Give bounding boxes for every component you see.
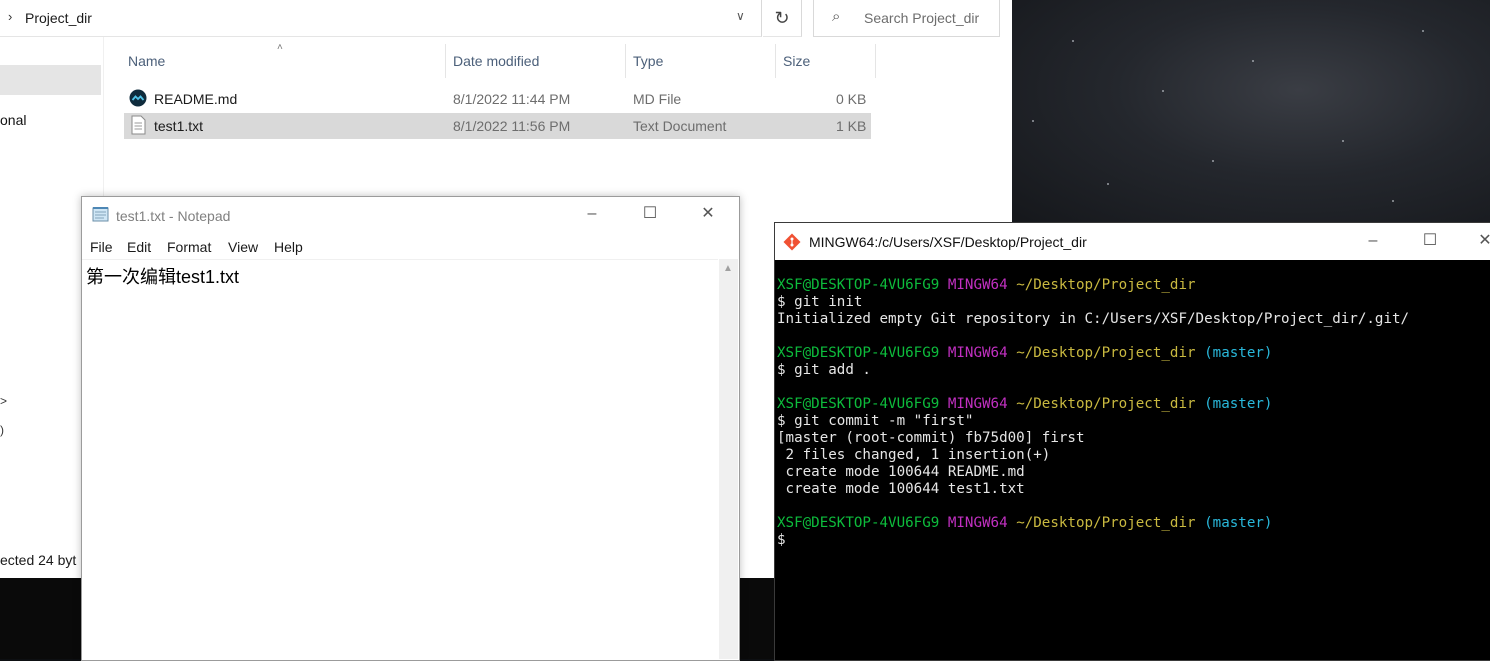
taskbar-area: [0, 578, 90, 659]
git-icon: [783, 233, 801, 251]
close-button[interactable]: ✕: [1465, 229, 1490, 253]
output-line: create mode 100644 test1.txt: [777, 481, 1025, 497]
notepad-title-bar[interactable]: test1.txt - Notepad – ☐ ✕: [82, 197, 739, 231]
file-name[interactable]: README.md: [154, 91, 237, 107]
nav-item-label[interactable]: onal: [0, 112, 26, 128]
notepad-icon: [92, 207, 109, 222]
terminal-output[interactable]: XSF@DESKTOP-4VU6FG9 MINGW64 ~/Desktop/Pr…: [777, 277, 1409, 549]
notepad-text-area[interactable]: 第一次编辑test1.txt: [82, 259, 718, 660]
output-line: 2 files changed, 1 insertion(+): [777, 447, 1051, 463]
prompt-line: XSF@DESKTOP-4VU6FG9 MINGW64 ~/Desktop/Pr…: [777, 396, 1273, 412]
output-line: [master (root-commit) fb75d00] first: [777, 430, 1085, 446]
file-type: Text Document: [633, 118, 727, 134]
prompt-line: XSF@DESKTOP-4VU6FG9 MINGW64 ~/Desktop/Pr…: [777, 515, 1273, 531]
address-bar[interactable]: › Project_dir ∨: [0, 0, 762, 37]
file-size: 0 KB: [836, 91, 867, 107]
minimize-button[interactable]: –: [572, 202, 612, 226]
scroll-up-icon[interactable]: ▲: [723, 263, 733, 274]
taskbar-area: [738, 578, 778, 659]
notepad-content[interactable]: 第一次编辑test1.txt: [86, 263, 239, 289]
search-icon: ⌕: [832, 8, 841, 25]
column-header-type[interactable]: Type: [629, 44, 778, 78]
close-button[interactable]: ✕: [688, 202, 728, 226]
search-box[interactable]: ⌕ Search Project_dir: [813, 0, 1000, 37]
column-header-size[interactable]: Size: [779, 44, 878, 78]
markdown-icon: [129, 89, 147, 107]
maximize-button[interactable]: ☐: [1410, 229, 1450, 253]
menu-format[interactable]: Format: [167, 239, 211, 255]
notepad-title: test1.txt - Notepad: [116, 208, 231, 224]
file-row[interactable]: README.md 8/1/2022 11:44 PM MD File 0 KB: [124, 86, 871, 112]
menu-view[interactable]: View: [228, 239, 258, 255]
menu-help[interactable]: Help: [274, 239, 303, 255]
maximize-button[interactable]: ☐: [630, 202, 670, 226]
search-placeholder: Search Project_dir: [864, 10, 980, 26]
status-bar-text: ected 24 byt: [0, 552, 77, 568]
menu-file[interactable]: File: [90, 239, 113, 255]
vertical-scrollbar[interactable]: ▲: [719, 259, 738, 659]
text-file-icon: [131, 115, 146, 135]
column-headers: Name Date modified Type Size: [124, 44, 876, 80]
wallpaper-night-sky: [1012, 0, 1490, 225]
column-header-date[interactable]: Date modified: [449, 44, 628, 78]
command-line: $ git add .: [777, 362, 871, 378]
git-bash-window: MINGW64:/c/Users/XSF/Desktop/Project_dir…: [774, 222, 1490, 661]
file-type: MD File: [633, 91, 682, 107]
chevron-right-icon[interactable]: ›: [8, 9, 12, 24]
file-row-selected[interactable]: test1.txt 8/1/2022 11:56 PM Text Documen…: [124, 113, 871, 139]
nav-item-label[interactable]: ): [0, 423, 4, 437]
minimize-button[interactable]: –: [1353, 229, 1393, 253]
refresh-icon: ↻: [774, 8, 790, 28]
file-name[interactable]: test1.txt: [154, 118, 203, 134]
chevron-down-icon[interactable]: ∨: [736, 9, 745, 23]
notepad-window: test1.txt - Notepad – ☐ ✕ File Edit Form…: [81, 196, 740, 661]
command-line: $ git commit -m "first": [777, 413, 974, 429]
terminal-title-bar[interactable]: MINGW64:/c/Users/XSF/Desktop/Project_dir…: [775, 223, 1490, 260]
address-path[interactable]: Project_dir: [25, 10, 92, 26]
file-date: 8/1/2022 11:44 PM: [453, 91, 571, 107]
column-header-name[interactable]: Name: [124, 44, 446, 78]
prompt-line: XSF@DESKTOP-4VU6FG9 MINGW64 ~/Desktop/Pr…: [777, 345, 1273, 361]
nav-item-label[interactable]: >: [0, 394, 7, 408]
output-line: create mode 100644 README.md: [777, 464, 1025, 480]
prompt-line: XSF@DESKTOP-4VU6FG9 MINGW64 ~/Desktop/Pr…: [777, 277, 1196, 293]
command-prompt[interactable]: $: [777, 532, 1409, 549]
nav-item-selected[interactable]: [0, 65, 101, 95]
terminal-title: MINGW64:/c/Users/XSF/Desktop/Project_dir: [809, 234, 1087, 250]
command-line: $ git init: [777, 294, 863, 310]
refresh-button[interactable]: ↻: [763, 0, 802, 37]
file-date: 8/1/2022 11:56 PM: [453, 118, 571, 134]
menu-edit[interactable]: Edit: [127, 239, 151, 255]
output-line: Initialized empty Git repository in C:/U…: [777, 311, 1410, 327]
file-size: 1 KB: [836, 118, 867, 134]
